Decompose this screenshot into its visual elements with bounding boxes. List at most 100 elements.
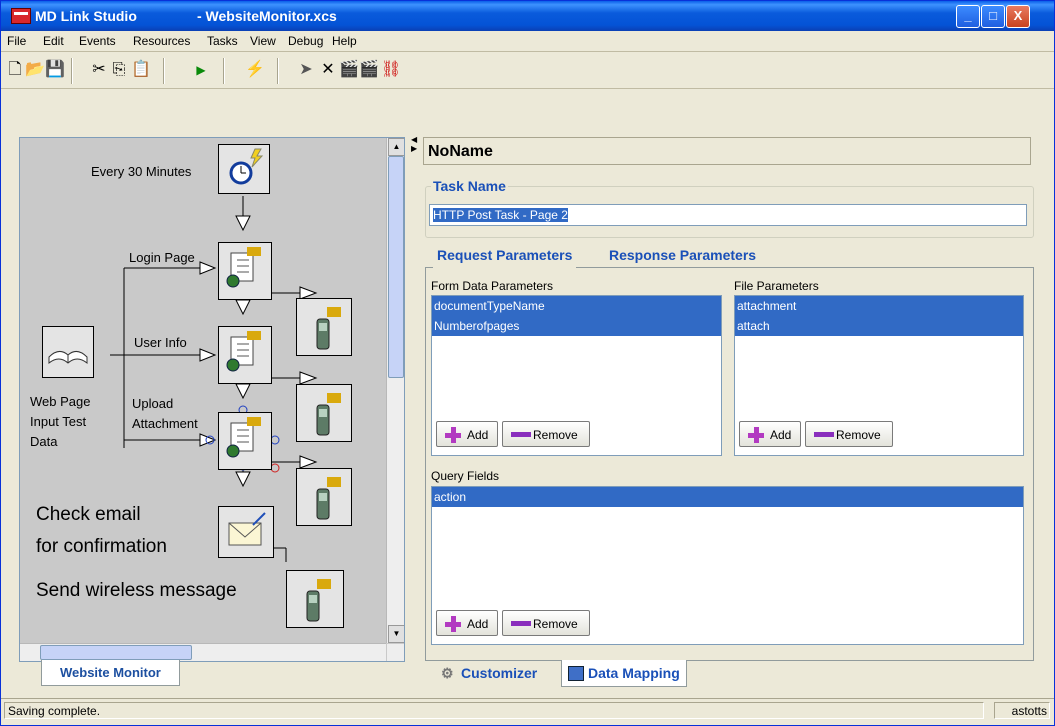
clock-icon [229,148,264,185]
menu-edit[interactable]: Edit [43,34,64,48]
menu-resources[interactable]: Resources [133,34,190,48]
label-check-email: Check email [36,504,141,525]
menu-view[interactable]: View [250,34,276,48]
task-name-value: HTTP Post Task - Page 2 [433,208,568,222]
label-upload: Upload [132,396,174,411]
form-data-buttons: Add Remove [431,415,722,456]
form-remove-button[interactable]: Remove [502,421,590,447]
menu-events[interactable]: Events [79,34,116,48]
scroll-thumb[interactable] [388,156,404,378]
minus-icon [814,432,834,437]
tab-website-monitor[interactable]: Website Monitor [41,660,180,686]
tab-data-mapping[interactable]: Data Mapping [561,660,687,687]
minimize-button[interactable]: _ [956,5,980,28]
pointer-icon[interactable]: ➤ [296,60,316,80]
task-name-label: Task Name [431,178,508,194]
list-item[interactable]: attachment [735,296,1023,316]
task-header: NoName [423,137,1031,165]
data-mapping-icon [568,666,584,681]
query-remove-button[interactable]: Remove [502,610,590,636]
maximize-button[interactable]: □ [981,5,1005,28]
menu-debug[interactable]: Debug [288,34,323,48]
scroll-down-icon[interactable]: ▼ [388,625,404,643]
title-bar[interactable]: MD Link Studio - WebsiteMonitor.xcs _ □ … [1,1,1054,31]
email-check-node[interactable] [218,506,274,558]
add-label: Add [770,428,792,442]
toolbar-separator [223,58,225,84]
query-add-button[interactable]: Add [436,610,498,636]
tab-response-parameters[interactable]: Response Parameters [605,241,760,269]
workflow-pane: Every 30 Minutes Login Page User Info Up… [19,137,405,662]
web-task-icon [226,417,261,458]
vertical-scrollbar[interactable]: ▲ ▼ [386,138,404,643]
label-input-test: Input Test [30,414,87,429]
scroll-up-icon[interactable]: ▲ [388,138,404,156]
copy-icon[interactable]: ⎘ [109,60,129,80]
user-info-task-node[interactable] [218,326,272,384]
file-add-button[interactable]: Add [739,421,801,447]
label-user-info: User Info [134,335,187,350]
form-data-list[interactable]: documentTypeName Numberofpages [431,295,722,417]
minus-icon [511,432,531,437]
app-logo-icon [11,8,31,24]
close-button[interactable]: X [1006,5,1030,28]
list-item[interactable]: documentTypeName [432,296,721,316]
add-label: Add [467,428,489,442]
scroll-corner [387,644,404,661]
new-document-icon[interactable]: 🗋 [5,60,25,80]
delete-x-icon[interactable]: ✕ [318,60,338,80]
form-data-label: Form Data Parameters [431,279,554,293]
tab-customizer[interactable]: ⚙ Customizer [437,660,543,686]
file-remove-button[interactable]: Remove [805,421,893,447]
customizer-icon: ⚙ [441,665,454,681]
wireless-node-1[interactable] [296,298,352,356]
plug-icon[interactable]: ⚡ [245,60,265,80]
file-params-list[interactable]: attachment attach [734,295,1024,417]
file-params-buttons: Add Remove [734,415,1024,456]
link-icon[interactable]: ⛓ [381,60,401,80]
h-scroll-thumb[interactable] [40,645,192,660]
left-tab-bar: Website Monitor [19,660,405,688]
workflow-canvas[interactable]: Every 30 Minutes Login Page User Info Up… [20,138,386,641]
task-name-input[interactable]: HTTP Post Task - Page 2 [429,204,1027,226]
form-add-button[interactable]: Add [436,421,498,447]
wireless-node-3[interactable] [296,468,352,526]
tab-request-parameters[interactable]: Request Parameters [433,241,577,269]
clapper-open-icon[interactable]: 🎬 [359,60,379,80]
label-login-page: Login Page [129,250,195,265]
wireless-node-2[interactable] [296,384,352,442]
clapper-icon[interactable]: 🎬 [339,60,359,80]
list-item[interactable]: action [432,487,1023,507]
paste-icon[interactable]: 📋 [131,60,151,80]
menu-tasks[interactable]: Tasks [207,34,238,48]
phone-icon [316,477,341,520]
list-item[interactable]: Numberofpages [432,316,721,336]
label-attachment: Attachment [132,416,198,431]
list-item[interactable]: attach [735,316,1023,336]
cut-icon[interactable]: ✂ [89,60,109,80]
menu-file[interactable]: File [7,34,26,48]
label-for-confirmation: for confirmation [36,536,167,557]
toolbar-separator [277,58,279,84]
menu-help[interactable]: Help [332,34,357,48]
query-fields-list[interactable]: action [431,486,1024,606]
app-name: MD Link Studio [35,8,137,24]
web-page-input-node[interactable] [42,326,94,378]
run-icon[interactable]: ▶ [191,60,211,80]
open-folder-icon[interactable]: 📂 [25,60,45,80]
horizontal-scrollbar[interactable] [20,643,386,661]
minus-icon [511,621,531,626]
label-web-page: Web Page [30,394,91,409]
save-disk-icon[interactable]: 💾 [45,60,65,80]
splitter-arrow-icon[interactable]: ◀ ▶ [411,135,417,165]
timer-node[interactable] [218,144,270,194]
send-wireless-node[interactable] [286,570,344,628]
document-title: - WebsiteMonitor.xcs [197,8,337,24]
login-page-task-node[interactable] [218,242,272,300]
web-task-icon [226,247,261,288]
upload-attachment-task-node[interactable] [218,412,272,470]
phone-icon [316,393,341,436]
right-bottom-tabs: ⚙ Customizer Data Mapping [423,660,1035,688]
remove-label: Remove [836,428,881,442]
phone-icon [306,579,331,622]
